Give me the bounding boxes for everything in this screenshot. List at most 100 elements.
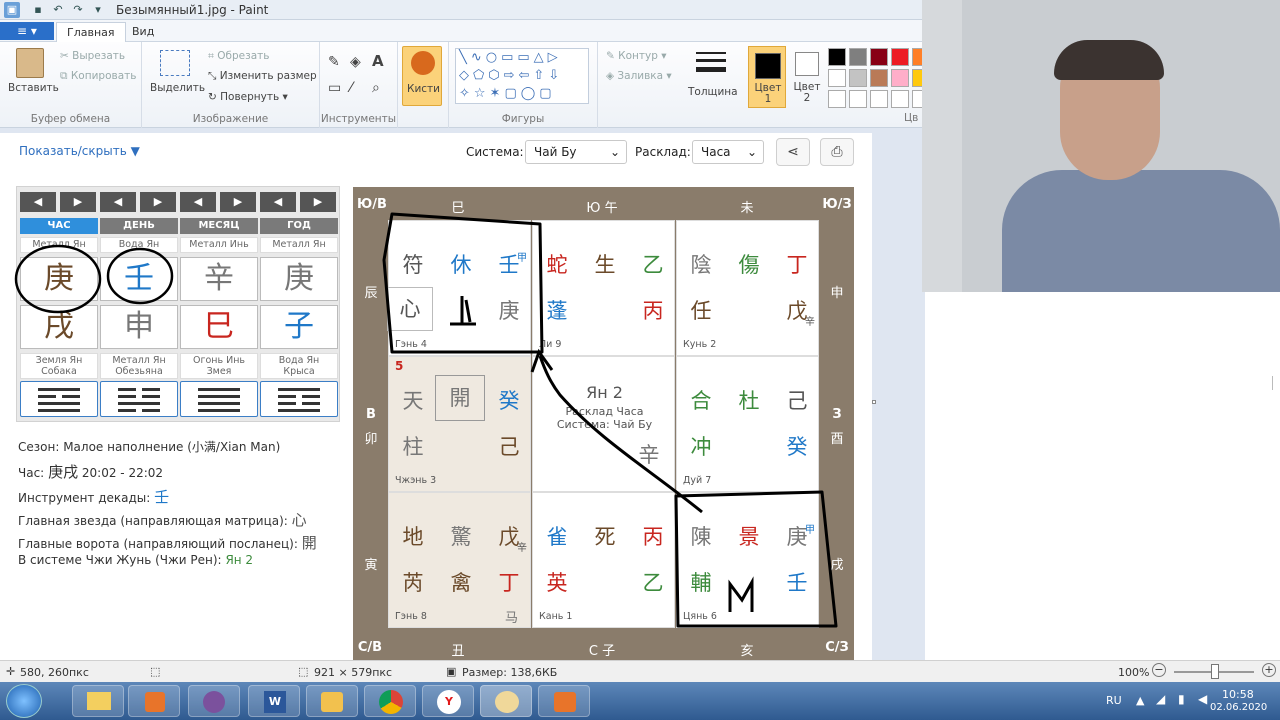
- cursor-position-icon: ✛: [6, 665, 16, 678]
- prev-button[interactable]: ◀: [20, 192, 56, 212]
- scroll-marker[interactable]: [1272, 376, 1280, 390]
- board-edge-label: 未: [740, 201, 754, 216]
- next-button[interactable]: ▶: [300, 192, 336, 212]
- palette-swatch[interactable]: [870, 69, 888, 87]
- canvas-resize-handle[interactable]: [872, 400, 876, 404]
- layout-select[interactable]: Часа ⌄: [692, 140, 764, 164]
- zoom-in-button[interactable]: +: [1262, 663, 1276, 677]
- save-icon[interactable]: ▪: [30, 2, 46, 18]
- paste-button[interactable]: Вставить: [8, 82, 59, 94]
- notes-taskbar-button[interactable]: [306, 685, 358, 717]
- presentation-taskbar-button[interactable]: [538, 685, 590, 717]
- zoom-slider-thumb[interactable]: [1211, 664, 1219, 679]
- palace-cell[interactable]: 合 杜 己冲 癸 Дуй 7: [676, 356, 819, 492]
- palette-swatch[interactable]: [891, 90, 909, 108]
- pencil-icon[interactable]: ✎: [328, 54, 340, 70]
- text-tool-icon[interactable]: A: [372, 52, 384, 70]
- share-button[interactable]: ⋖: [776, 138, 810, 166]
- eraser-icon[interactable]: ▭: [328, 80, 341, 96]
- palace-symbol: 癸: [498, 389, 520, 413]
- prev-button[interactable]: ◀: [180, 192, 216, 212]
- palette-swatch[interactable]: [870, 90, 888, 108]
- palace-cell[interactable]: Ян 2 Расклад Часа Система: Чай Бу 辛: [532, 356, 675, 492]
- crop-button[interactable]: ⌗ Обрезать: [208, 50, 269, 63]
- paint-icon: [495, 691, 519, 713]
- word-taskbar-button[interactable]: W: [248, 685, 300, 717]
- tray-arrow-icon[interactable]: ▲: [1136, 694, 1144, 707]
- show-hide-link[interactable]: Показать/скрыть ▼: [19, 144, 140, 158]
- network-icon[interactable]: ◢: [1156, 692, 1165, 706]
- paint-taskbar-button[interactable]: [480, 685, 532, 717]
- prev-button[interactable]: ◀: [260, 192, 296, 212]
- outline-button[interactable]: ✎ Контур ▾: [606, 50, 667, 62]
- palette-swatch[interactable]: [849, 69, 867, 87]
- shapes-gallery[interactable]: ╲∿○▭▭△▷ ◇⬠⬡⇨⇦⇧⇩ ✧☆✶▢◯▢: [455, 48, 589, 104]
- customize-dropdown-icon[interactable]: ▾: [90, 2, 106, 18]
- palace-symbol: 死: [594, 525, 616, 549]
- paste-icon[interactable]: [16, 48, 44, 78]
- palace-symbol: 任: [690, 299, 712, 323]
- fill-bucket-icon[interactable]: ◈: [350, 54, 361, 70]
- language-indicator[interactable]: RU: [1106, 694, 1122, 707]
- print-icon: ⎙: [831, 144, 843, 160]
- fill-button[interactable]: ◈ Заливка ▾: [606, 70, 672, 82]
- palace-cell[interactable]: 符休壬心庚甲 Гэнь 4: [387, 220, 531, 356]
- start-button[interactable]: [6, 684, 42, 718]
- cut-button[interactable]: ✂ Вырезать: [60, 50, 125, 62]
- next-button[interactable]: ▶: [220, 192, 256, 212]
- redo-icon[interactable]: ↷: [70, 2, 86, 18]
- palace-cell[interactable]: 地驚戊芮禽丁辛马 Гэнь 8: [388, 492, 531, 628]
- palace-cell[interactable]: 天開癸柱 己 5 Чжэнь 3: [388, 356, 531, 492]
- palace-cell[interactable]: 陳景庚輔壬甲 Цянь 6: [676, 492, 819, 628]
- system-value: Чай Бу: [534, 145, 577, 159]
- palette-swatch[interactable]: [891, 48, 909, 66]
- palace-cell[interactable]: 雀 死 丙英 乙 Кань 1: [532, 492, 675, 628]
- color-picker-icon[interactable]: ⁄: [350, 80, 352, 96]
- magnifier-icon[interactable]: ⌕: [372, 80, 380, 96]
- palette-swatch[interactable]: [849, 48, 867, 66]
- palace-cell[interactable]: 陰傷丁任戊辛 Кунь 2: [676, 220, 819, 356]
- pillar-label: ГОД: [260, 218, 338, 234]
- copy-button[interactable]: ⧉ Копировать: [60, 70, 136, 83]
- rotate-button[interactable]: ↻ Повернуть ▾: [208, 91, 288, 103]
- explorer-taskbar-button[interactable]: [72, 685, 124, 717]
- tab-view[interactable]: Вид: [122, 22, 164, 42]
- color1-button[interactable]: Цвет 1: [748, 46, 786, 108]
- palette-swatch[interactable]: [849, 90, 867, 108]
- pillar-branch: 戌: [20, 305, 98, 349]
- palace-name: Кунь 2: [683, 339, 717, 350]
- media-taskbar-button[interactable]: [128, 685, 180, 717]
- select-icon[interactable]: [160, 50, 190, 76]
- tab-main[interactable]: Главная: [56, 22, 126, 42]
- palace-symbol: 芮: [402, 571, 424, 595]
- palette-swatch[interactable]: [828, 48, 846, 66]
- select-button[interactable]: Выделить: [150, 82, 205, 94]
- palette-swatch[interactable]: [891, 69, 909, 87]
- zoom-out-button[interactable]: −: [1152, 663, 1166, 677]
- palace-cell[interactable]: 蛇 生 乙蓬 丙 Ли 9: [532, 220, 675, 356]
- paint-app-icon[interactable]: ▣: [4, 2, 20, 18]
- print-button[interactable]: ⎙: [820, 138, 854, 166]
- palette-swatch[interactable]: [828, 69, 846, 87]
- color2-button[interactable]: Цвет 2: [790, 46, 824, 108]
- next-button[interactable]: ▶: [140, 192, 176, 212]
- viber-taskbar-button[interactable]: [188, 685, 240, 717]
- battery-icon[interactable]: ▮: [1178, 692, 1185, 706]
- palace-symbol: 丁: [786, 253, 808, 277]
- thickness-button[interactable]: Толщина: [684, 46, 740, 112]
- volume-icon[interactable]: ◀: [1198, 692, 1207, 706]
- file-menu-button[interactable]: ≡ ▾: [0, 22, 54, 40]
- chrome-taskbar-button[interactable]: [364, 685, 416, 717]
- resize-button[interactable]: ⤡ Изменить размер: [208, 70, 317, 83]
- stem-element: Металл Инь: [180, 237, 258, 253]
- prev-button[interactable]: ◀: [100, 192, 136, 212]
- system-select[interactable]: Чай Бу ⌄: [525, 140, 627, 164]
- file-size: Размер: 138,6КБ: [462, 666, 558, 679]
- undo-icon[interactable]: ↶: [50, 2, 66, 18]
- yandex-taskbar-button[interactable]: Y: [422, 685, 474, 717]
- palette-swatch[interactable]: [870, 48, 888, 66]
- palette-swatch[interactable]: [828, 90, 846, 108]
- next-button[interactable]: ▶: [60, 192, 96, 212]
- palace-symbol: 傷: [738, 253, 760, 277]
- brushes-button[interactable]: Кисти: [402, 46, 442, 106]
